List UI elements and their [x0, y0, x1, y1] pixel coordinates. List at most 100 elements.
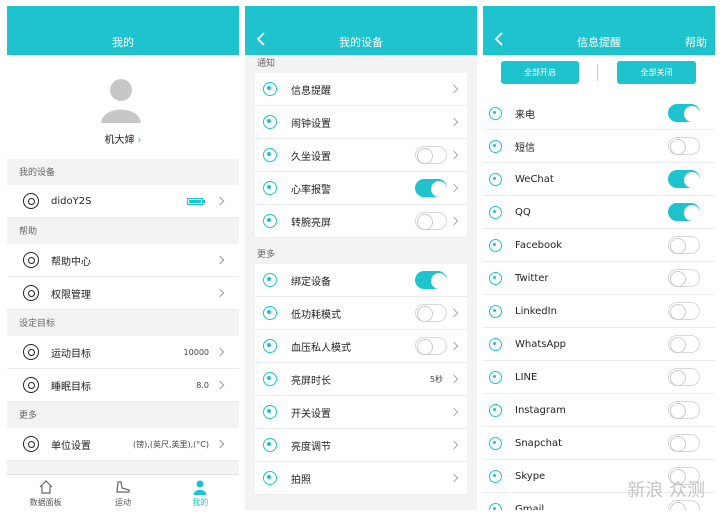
device-header: 我的设备 [245, 6, 477, 55]
heart-rate-toggle[interactable] [415, 179, 447, 197]
moon-icon [23, 377, 39, 393]
help-link[interactable]: 帮助 [685, 34, 707, 50]
section-notify: 通知 [257, 59, 276, 69]
tab-dashboard[interactable]: 数据面板 [7, 475, 84, 510]
app-label: Gmail [515, 503, 545, 511]
section-help: 帮助 [19, 227, 38, 237]
wrist-wake-toggle[interactable] [415, 212, 447, 230]
unit-settings-row[interactable]: 单位设置 (镑),(英尺,英里),(°C) [7, 428, 239, 461]
app-toggle[interactable] [668, 434, 700, 452]
wrist-wake-row[interactable]: 转腕亮屏 [255, 205, 467, 238]
permission-row[interactable]: 权限管理 [7, 277, 239, 310]
row-label: 低功耗模式 [291, 309, 341, 321]
low-power-row[interactable]: 低功耗模式 [255, 297, 467, 330]
app-label: Twitter [515, 272, 549, 284]
bulk-toggle-bar: 全部开启 全部关闭 [483, 55, 715, 97]
notification-screen: 信息提醒 帮助 全部开启 全部关闭 来电短信 WeChat QQ Facebook Tw… [483, 6, 715, 510]
app-toggle[interactable] [668, 104, 700, 122]
message-reminder-row[interactable]: 信息提醒 [255, 73, 467, 106]
row-label: 亮屏时长 [291, 375, 331, 387]
chevron-right-icon: › [137, 135, 142, 146]
chevron-right-icon [215, 288, 225, 298]
notification-header: 信息提醒 帮助 [483, 6, 715, 55]
app-row-line[interactable]: LINE [483, 361, 715, 394]
row-label: 单位设置 [51, 440, 91, 452]
app-label: Facebook [515, 239, 562, 251]
section-more: 更多 [257, 250, 276, 260]
step-goal-row[interactable]: 运动目标 10000 [7, 336, 239, 369]
battery-icon [263, 306, 277, 320]
facebook-icon [489, 238, 502, 252]
sleep-goal-row[interactable]: 睡眠目标 8.0 [7, 369, 239, 402]
row-label: 权限管理 [51, 289, 91, 301]
blood-pressure-toggle[interactable] [415, 337, 447, 355]
app-row-linkedin[interactable]: LinkedIn [483, 295, 715, 328]
camera-row[interactable]: 拍照 [255, 462, 467, 495]
app-label: LinkedIn [515, 305, 557, 317]
avatar-icon[interactable] [101, 77, 141, 123]
disable-all-button[interactable]: 全部关闭 [617, 61, 696, 84]
app-row-facebook[interactable]: Facebook [483, 229, 715, 262]
username[interactable]: 机大婶 › [7, 131, 239, 146]
app-toggle[interactable] [668, 137, 700, 155]
switch-settings-row[interactable]: 开关设置 [255, 396, 467, 429]
row-value: (镑),(英尺,英里),(°C) [133, 439, 209, 449]
page-title: 信息提醒 [577, 36, 621, 49]
wechat-icon [489, 172, 502, 186]
app-row-twitter[interactable]: Twitter [483, 262, 715, 295]
app-row-whatsapp[interactable]: WhatsApp [483, 328, 715, 361]
tab-sport[interactable]: 运动 [84, 475, 161, 510]
help-center-row[interactable]: 帮助中心 [7, 244, 239, 277]
app-row-wechat[interactable]: WeChat [483, 163, 715, 196]
low-power-toggle[interactable] [415, 304, 447, 322]
row-value: 8.0 [196, 380, 209, 390]
app-toggle[interactable] [668, 236, 700, 254]
app-toggle[interactable] [668, 269, 700, 287]
bind-device-row[interactable]: 绑定设备 [255, 264, 467, 297]
help-icon [23, 252, 39, 268]
heart-rate-alarm-row[interactable]: 心率报警 [255, 172, 467, 205]
app-toggle[interactable] [668, 203, 700, 221]
chevron-right-icon [215, 380, 225, 390]
app-toggle[interactable] [668, 401, 700, 419]
bind-device-toggle[interactable] [415, 271, 447, 289]
row-label: 绑定设备 [291, 276, 331, 288]
app-row-来电[interactable]: 来电 [483, 97, 715, 130]
chevron-right-icon [215, 255, 225, 265]
app-toggle[interactable] [668, 302, 700, 320]
app-label: 来电 [515, 109, 535, 121]
app-row-qq[interactable]: QQ [483, 196, 715, 229]
row-value: 10000 [183, 347, 209, 357]
chevron-right-icon [215, 439, 225, 449]
device-row[interactable]: didoY2S [7, 185, 239, 218]
section-my-device: 我的设备 [19, 168, 56, 178]
profile-card[interactable]: 机大婶 › [7, 55, 239, 159]
chevron-right-icon [449, 341, 459, 351]
username-text: 机大婶 [104, 135, 135, 146]
app-label: Snapchat [515, 437, 563, 449]
chevron-right-icon [449, 117, 459, 127]
screen-duration-row[interactable]: 亮屏时长 5秒 [255, 363, 467, 396]
tab-label: 我的 [192, 498, 209, 507]
brightness-row[interactable]: 亮度调节 [255, 429, 467, 462]
app-label: WhatsApp [515, 338, 567, 350]
enable-all-button[interactable]: 全部开启 [501, 61, 579, 84]
bloodpressure-icon [263, 339, 277, 353]
app-row-短信[interactable]: 短信 [483, 130, 715, 163]
section-goals: 设定目标 [19, 319, 56, 329]
app-toggle[interactable] [668, 170, 700, 188]
app-row-instagram[interactable]: Instagram [483, 394, 715, 427]
row-label: 转腕亮屏 [291, 217, 331, 229]
sedentary-toggle[interactable] [415, 146, 447, 164]
blood-pressure-row[interactable]: 血压私人模式 [255, 330, 467, 363]
sms-icon [489, 139, 502, 153]
app-toggle[interactable] [668, 368, 700, 386]
app-toggle[interactable] [668, 335, 700, 353]
tab-mine[interactable]: 我的 [162, 475, 239, 510]
chevron-right-icon [449, 84, 459, 94]
app-row-snapchat[interactable]: Snapchat [483, 427, 715, 460]
rotate-icon [263, 214, 277, 228]
instagram-icon [489, 403, 502, 417]
alarm-row[interactable]: 闹钟设置 [255, 106, 467, 139]
sedentary-row[interactable]: 久坐设置 [255, 139, 467, 172]
